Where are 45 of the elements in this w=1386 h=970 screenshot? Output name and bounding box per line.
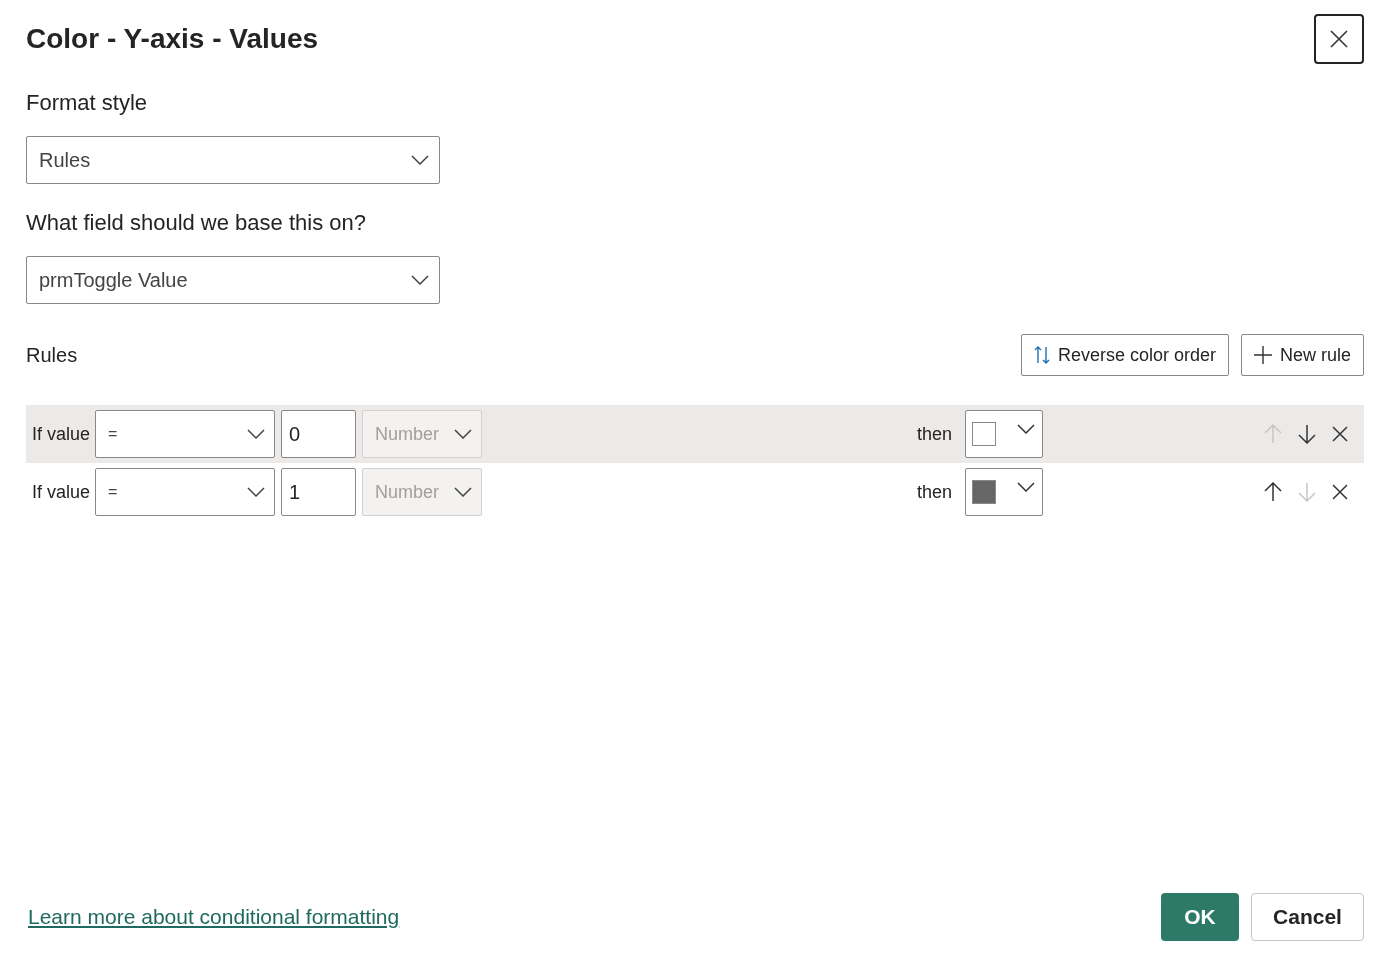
- color-picker-dropdown[interactable]: [965, 468, 1043, 516]
- arrow-down-icon: [1298, 424, 1316, 444]
- then-label: then: [917, 481, 954, 503]
- field-label: What field should we base this on?: [26, 210, 367, 236]
- move-up-button[interactable]: [1262, 480, 1284, 504]
- if-value-label: If value: [32, 481, 92, 503]
- arrow-up-icon: [1264, 482, 1282, 502]
- operator-dropdown[interactable]: =: [95, 468, 275, 516]
- chevron-down-icon: [1017, 482, 1035, 492]
- dialog-title: Color - Y-axis - Values: [26, 23, 319, 55]
- if-value-label: If value: [32, 423, 92, 445]
- chevron-down-icon: [1017, 424, 1035, 434]
- new-rule-button[interactable]: New rule: [1240, 334, 1364, 376]
- rule-row[interactable]: If value = 1 Number then: [26, 463, 1364, 521]
- swap-arrows-icon: [1033, 346, 1050, 364]
- chevron-down-icon: [411, 155, 429, 165]
- ok-button[interactable]: OK: [1161, 893, 1239, 941]
- operator-dropdown[interactable]: =: [95, 410, 275, 458]
- rule-row[interactable]: If value = 0 Number then: [26, 405, 1364, 463]
- reverse-color-order-button[interactable]: Reverse color order: [1020, 334, 1229, 376]
- value-field[interactable]: 1: [281, 468, 356, 516]
- chevron-down-icon: [247, 429, 265, 439]
- delete-rule-button[interactable]: [1330, 482, 1350, 502]
- plus-icon: [1253, 346, 1272, 364]
- arrow-down-icon: [1298, 482, 1316, 502]
- then-label: then: [917, 423, 954, 445]
- chevron-down-icon: [454, 487, 472, 497]
- format-style-dropdown[interactable]: Rules: [26, 136, 440, 184]
- color-picker-dropdown[interactable]: [965, 410, 1043, 458]
- arrow-up-icon: [1264, 424, 1282, 444]
- learn-more-link[interactable]: Learn more about conditional formatting: [28, 905, 400, 929]
- chevron-down-icon: [247, 487, 265, 497]
- field-label: Format style: [26, 90, 149, 116]
- delete-rule-button[interactable]: [1330, 424, 1350, 444]
- chevron-down-icon: [411, 275, 429, 285]
- rules-label: Rules: [26, 343, 78, 367]
- close-icon: [1332, 426, 1348, 442]
- move-down-button[interactable]: [1296, 422, 1318, 446]
- close-icon: [1332, 484, 1348, 500]
- close-button[interactable]: [1314, 14, 1364, 64]
- chevron-down-icon: [454, 429, 472, 439]
- close-icon: [1329, 29, 1349, 49]
- value-field[interactable]: 0: [281, 410, 356, 458]
- cancel-button[interactable]: Cancel: [1251, 893, 1364, 941]
- base-field-dropdown[interactable]: prmToggle Value: [26, 256, 440, 304]
